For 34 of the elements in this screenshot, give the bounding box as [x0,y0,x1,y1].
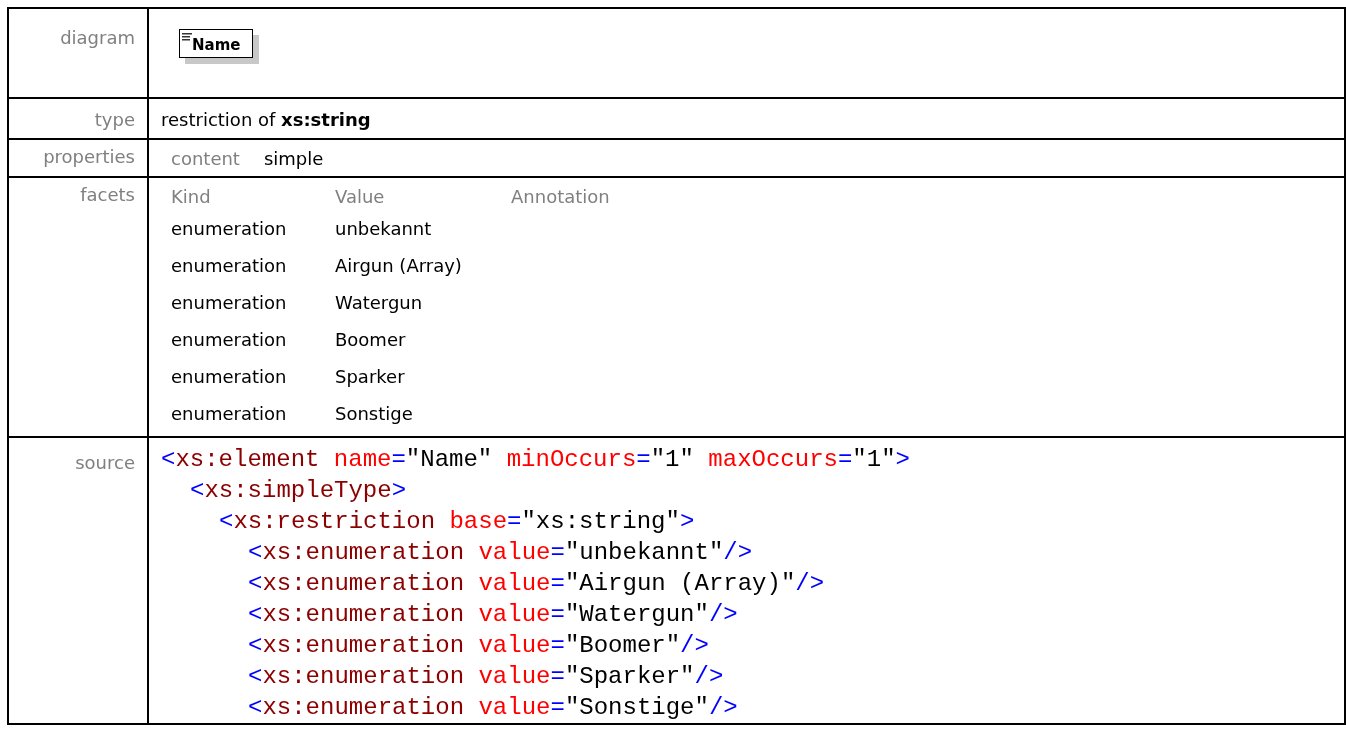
code-line: <xs:simpleType> [190,475,407,506]
code-line: <xs:enumeration value="Watergun"/> [248,599,738,630]
code-line: <xs:restriction base="xs:string"> [219,506,695,537]
property-key: content [171,144,264,172]
row-label: properties [8,139,148,177]
table-cell-text: unbekannt [335,217,433,241]
table-cell: enumeration [171,284,335,321]
row-label: diagram [8,8,148,98]
element-name: Name [192,36,241,54]
code-line: <xs:enumeration value="Boomer"/> [248,630,709,661]
table-cell-text: Airgun (Array) [335,254,463,278]
table-cell-text: Sonstige [335,402,414,426]
code-line: <xs:enumeration value="Sonstige"/> [248,692,738,723]
code-line: <xs:enumeration value="Airgun (Array)"/> [248,568,825,599]
type-text: restriction of xs:string [161,109,371,130]
table-cell-text: Watergun [335,291,424,315]
property-value: simple [263,146,325,171]
table-cell-text: enumeration [171,217,288,241]
row-label: facets [8,177,148,437]
code-line: <xs:enumeration value="unbekannt"/> [248,537,753,568]
column-header: Kind [171,182,335,210]
table-cell-text: Sparker [335,365,406,389]
row-label: type [8,98,148,139]
code-line: <xs:enumeration value="Sparker"/> [248,661,724,692]
code-line: <xs:element name="Name" minOccurs="1" maxOccurs="1"> [161,444,910,475]
table-cell-text: enumeration [171,328,288,352]
table-cell-text: Boomer [335,328,407,352]
row-label: source [8,437,148,724]
table-cell: enumeration [171,247,335,284]
table-cell-text: enumeration [171,365,288,389]
table-cell-text: enumeration [171,402,288,426]
column-header: Value [335,182,511,210]
column-header: Annotation [511,184,611,209]
list-icon [182,33,192,41]
